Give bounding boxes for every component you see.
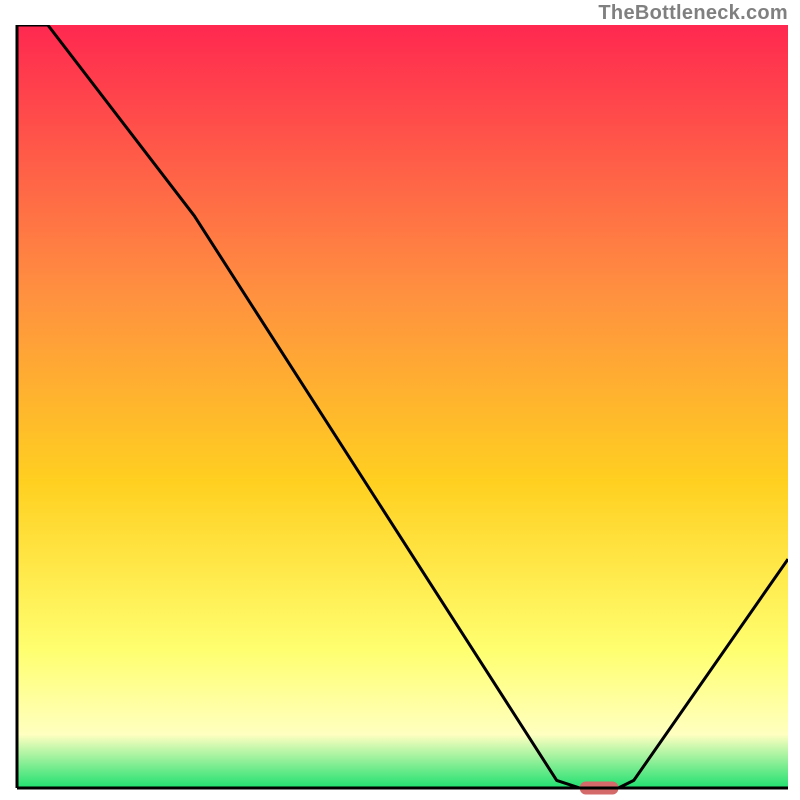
bottleneck-chart [0,0,800,800]
gradient-background [17,25,788,788]
watermark-text: TheBottleneck.com [598,2,788,25]
